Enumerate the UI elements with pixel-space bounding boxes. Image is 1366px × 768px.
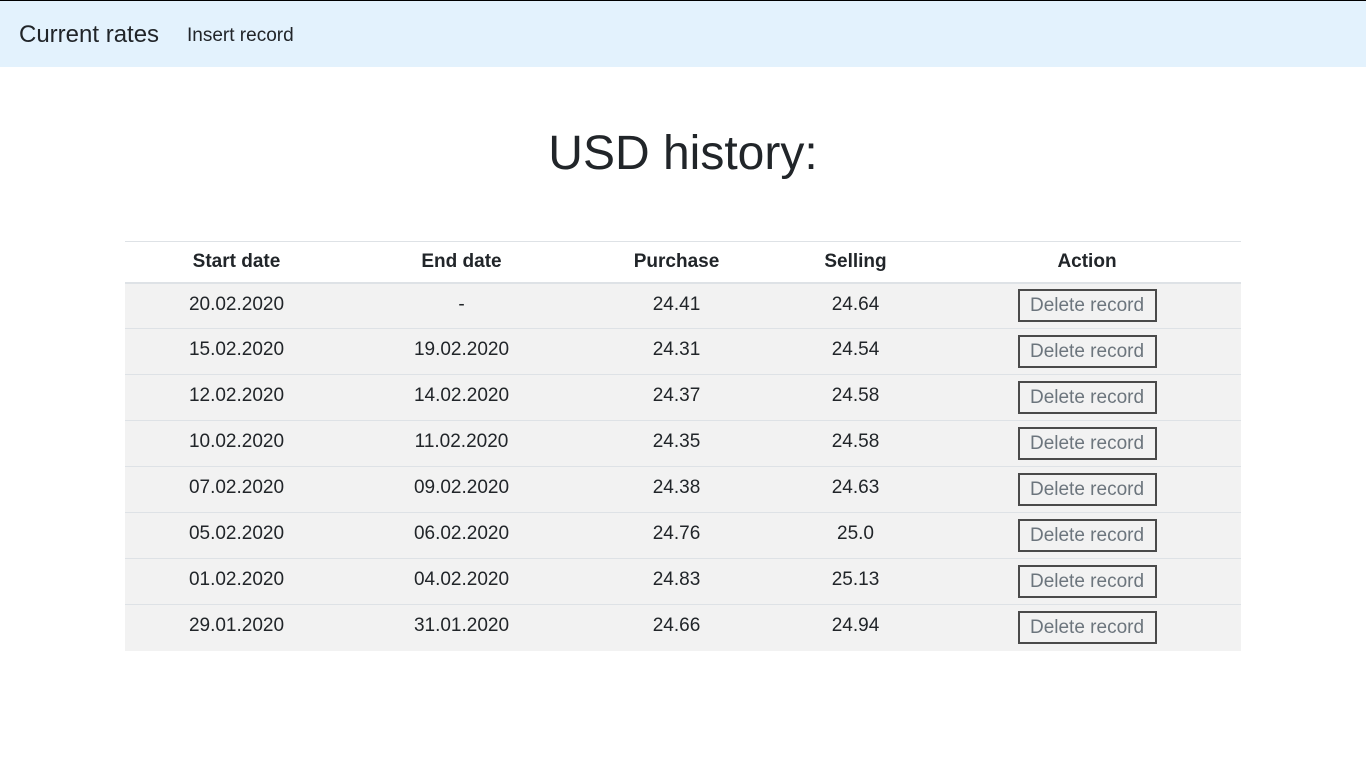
cell-end-date: 14.02.2020 <box>348 374 575 421</box>
cell-action: Delete record <box>933 282 1241 329</box>
header-purchase: Purchase <box>575 241 778 284</box>
cell-selling: 24.58 <box>778 420 933 467</box>
cell-purchase: 24.31 <box>575 328 778 375</box>
cell-end-date: 09.02.2020 <box>348 466 575 513</box>
table-row: 05.02.2020 06.02.2020 24.76 25.0 Delete … <box>125 512 1241 559</box>
cell-purchase: 24.66 <box>575 604 778 651</box>
table-row: 07.02.2020 09.02.2020 24.38 24.63 Delete… <box>125 466 1241 513</box>
cell-action: Delete record <box>933 420 1241 467</box>
cell-purchase: 24.83 <box>575 558 778 605</box>
cell-selling: 24.63 <box>778 466 933 513</box>
cell-start-date: 15.02.2020 <box>125 328 348 375</box>
table-row: 10.02.2020 11.02.2020 24.35 24.58 Delete… <box>125 420 1241 467</box>
header-selling: Selling <box>778 241 933 284</box>
cell-action: Delete record <box>933 604 1241 651</box>
cell-selling: 25.13 <box>778 558 933 605</box>
cell-start-date: 05.02.2020 <box>125 512 348 559</box>
cell-selling: 25.0 <box>778 512 933 559</box>
navbar: Current rates Insert record <box>0 0 1366 67</box>
cell-end-date: - <box>348 282 575 329</box>
delete-record-button[interactable]: Delete record <box>1017 289 1157 323</box>
delete-record-button[interactable]: Delete record <box>1017 519 1157 552</box>
cell-end-date: 31.01.2020 <box>348 604 575 651</box>
page-title: USD history: <box>548 127 818 180</box>
cell-start-date: 01.02.2020 <box>125 558 348 605</box>
table-row: 15.02.2020 19.02.2020 24.31 24.54 Delete… <box>125 328 1241 375</box>
delete-record-button[interactable]: Delete record <box>1017 381 1157 414</box>
cell-action: Delete record <box>933 466 1241 513</box>
delete-record-button[interactable]: Delete record <box>1017 427 1157 460</box>
header-end-date: End date <box>348 241 575 284</box>
cell-start-date: 20.02.2020 <box>125 282 348 329</box>
cell-action: Delete record <box>933 512 1241 559</box>
cell-selling: 24.54 <box>778 328 933 375</box>
table-header: Start date End date Purchase Selling Act… <box>125 241 1241 284</box>
cell-start-date: 12.02.2020 <box>125 374 348 421</box>
usd-history-table: Start date End date Purchase Selling Act… <box>125 241 1241 651</box>
table-header-row: Start date End date Purchase Selling Act… <box>125 241 1241 284</box>
cell-selling: 24.64 <box>778 282 933 329</box>
cell-purchase: 24.76 <box>575 512 778 559</box>
navbar-brand-current-rates[interactable]: Current rates <box>19 20 159 50</box>
cell-purchase: 24.38 <box>575 466 778 513</box>
cell-end-date: 04.02.2020 <box>348 558 575 605</box>
cell-purchase: 24.35 <box>575 420 778 467</box>
table-row: 20.02.2020 - 24.41 24.64 Delete record <box>125 282 1241 329</box>
delete-record-button[interactable]: Delete record <box>1017 611 1157 645</box>
cell-action: Delete record <box>933 374 1241 421</box>
cell-end-date: 19.02.2020 <box>348 328 575 375</box>
cell-end-date: 06.02.2020 <box>348 512 575 559</box>
cell-selling: 24.94 <box>778 604 933 651</box>
cell-start-date: 07.02.2020 <box>125 466 348 513</box>
cell-purchase: 24.41 <box>575 282 778 329</box>
header-start-date: Start date <box>125 241 348 284</box>
nav-link-insert-record[interactable]: Insert record <box>187 24 294 48</box>
table-row: 01.02.2020 04.02.2020 24.83 25.13 Delete… <box>125 558 1241 605</box>
cell-end-date: 11.02.2020 <box>348 420 575 467</box>
cell-purchase: 24.37 <box>575 374 778 421</box>
table-row: 29.01.2020 31.01.2020 24.66 24.94 Delete… <box>125 604 1241 651</box>
table-body: 20.02.2020 - 24.41 24.64 Delete record 1… <box>125 282 1241 651</box>
delete-record-button[interactable]: Delete record <box>1017 473 1157 506</box>
table-row: 12.02.2020 14.02.2020 24.37 24.58 Delete… <box>125 374 1241 421</box>
cell-start-date: 29.01.2020 <box>125 604 348 651</box>
cell-action: Delete record <box>933 328 1241 375</box>
header-action: Action <box>933 241 1241 284</box>
delete-record-button[interactable]: Delete record <box>1017 335 1157 368</box>
cell-action: Delete record <box>933 558 1241 605</box>
cell-selling: 24.58 <box>778 374 933 421</box>
delete-record-button[interactable]: Delete record <box>1017 565 1157 598</box>
cell-start-date: 10.02.2020 <box>125 420 348 467</box>
